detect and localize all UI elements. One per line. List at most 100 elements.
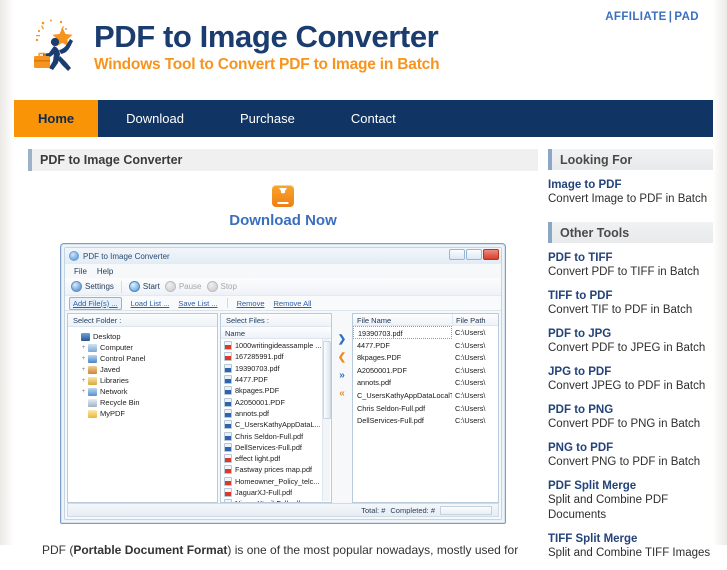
table-row[interactable]: annots.pdf C:\Users\ bbox=[353, 376, 498, 389]
list-item[interactable]: Image to PDF Convert Image to PDF in Bat… bbox=[548, 178, 713, 207]
close-button[interactable] bbox=[483, 249, 499, 260]
list-item[interactable]: DellServices-Full.pdf bbox=[221, 442, 322, 453]
list-item[interactable]: 4477.PDF bbox=[221, 374, 322, 385]
list-item[interactable]: TIFF to PDF Convert TIF to PDF in Batch bbox=[548, 289, 713, 318]
sidebar-item-title[interactable]: PDF Split Merge bbox=[548, 479, 713, 493]
column-file-path[interactable]: File Path bbox=[452, 314, 498, 325]
queue-rows[interactable]: 19390703.pdf C:\Users\ 4477.PDF C:\Users\ … bbox=[353, 326, 498, 502]
list-item[interactable]: annots.pdf bbox=[221, 408, 322, 419]
list-item[interactable]: Homeowner_Policy_telc... bbox=[221, 476, 322, 487]
running-man-star-logo-icon bbox=[30, 18, 92, 80]
list-item[interactable]: NissanXtrail-Full.pdf bbox=[221, 498, 322, 502]
list-item[interactable]: PNG to PDF Convert PNG to PDF in Batch bbox=[548, 441, 713, 470]
remove-all-link[interactable]: Remove All bbox=[274, 299, 312, 308]
list-item[interactable]: TIFF Split Merge Split and Combine TIFF … bbox=[548, 532, 713, 561]
app-window-frame: PDF to Image Converter File Help Setting… bbox=[64, 247, 502, 520]
tree-item[interactable]: Desktop bbox=[72, 331, 217, 342]
app-window-title: PDF to Image Converter bbox=[83, 251, 170, 261]
minimize-button[interactable] bbox=[449, 249, 465, 260]
sidebar-item-title[interactable]: PDF to JPG bbox=[548, 327, 713, 341]
nav-link-download[interactable]: Download bbox=[98, 100, 212, 137]
tree-expander[interactable]: + bbox=[79, 345, 88, 351]
site-logo[interactable]: PDF to Image Converter Windows Tool to C… bbox=[30, 18, 440, 80]
pdf-file-icon bbox=[224, 476, 232, 486]
table-row[interactable]: 19390703.pdf C:\Users\ bbox=[353, 326, 498, 339]
download-block[interactable]: Download Now bbox=[28, 171, 538, 229]
download-now-label[interactable]: Download Now bbox=[28, 212, 538, 229]
list-item[interactable]: 167285991.pdf bbox=[221, 351, 322, 362]
file-name: A2050001.PDF bbox=[235, 397, 285, 407]
tree-item[interactable]: + Libraries bbox=[72, 375, 217, 386]
tree-item[interactable]: Recycle Bin bbox=[72, 397, 217, 408]
load-list-link[interactable]: Load List ... bbox=[131, 299, 170, 308]
toolbar-settings[interactable]: Settings bbox=[71, 281, 114, 292]
list-item[interactable]: effect light.pdf bbox=[221, 453, 322, 464]
sidebar-item-title[interactable]: TIFF to PDF bbox=[548, 289, 713, 303]
tree-expander[interactable]: + bbox=[79, 367, 88, 373]
menu-file[interactable]: File bbox=[74, 267, 87, 276]
tree-item[interactable]: + Network bbox=[72, 386, 217, 397]
toolbar-start[interactable]: Start bbox=[128, 281, 160, 292]
list-item[interactable]: Fastway prices map.pdf bbox=[221, 464, 322, 475]
tree-item[interactable]: + Javed bbox=[72, 364, 217, 375]
sidebar-item-title[interactable]: PNG to PDF bbox=[548, 441, 713, 455]
toolbar-stop[interactable]: Stop bbox=[206, 281, 237, 292]
nav-link-purchase[interactable]: Purchase bbox=[212, 100, 323, 137]
sidebar-item-title[interactable]: JPG to PDF bbox=[548, 365, 713, 379]
files-scrollbar-thumb[interactable] bbox=[323, 341, 331, 419]
table-row[interactable]: DellServices-Full.pdf C:\Users\ bbox=[353, 414, 498, 427]
nav-link-contact[interactable]: Contact bbox=[323, 100, 424, 137]
add-selected-arrow-icon[interactable]: ❯ bbox=[338, 335, 346, 345]
list-item[interactable]: PDF to JPG Convert PDF to JPEG in Batch bbox=[548, 327, 713, 356]
add-files-link[interactable]: Add File(s) ... bbox=[69, 296, 122, 310]
list-item[interactable]: C_UsersKathyAppDataL... bbox=[221, 419, 322, 430]
maximize-button[interactable] bbox=[466, 249, 482, 260]
download-icon[interactable] bbox=[272, 185, 294, 207]
tree-expander[interactable]: + bbox=[79, 378, 88, 384]
save-list-link[interactable]: Save List ... bbox=[178, 299, 217, 308]
nav-link-home[interactable]: Home bbox=[14, 100, 99, 137]
sidebar-item-title[interactable]: Image to PDF bbox=[548, 178, 713, 192]
list-item[interactable]: PDF to PNG Convert PDF to PNG in Batch bbox=[548, 403, 713, 432]
sidebar-item-title[interactable]: PDF to PNG bbox=[548, 403, 713, 417]
tree-item[interactable]: MyPDF bbox=[72, 408, 217, 419]
remove-all-arrow-icon[interactable]: « bbox=[339, 389, 345, 399]
tree-expander[interactable]: + bbox=[79, 356, 88, 362]
pad-link[interactable]: PAD bbox=[674, 11, 699, 23]
list-item[interactable]: PDF to TIFF Convert PDF to TIFF in Batch bbox=[548, 251, 713, 280]
nav-item-download[interactable]: Download bbox=[98, 100, 212, 137]
tree-item[interactable]: + Control Panel bbox=[72, 353, 217, 364]
list-item[interactable]: JaguarXJ-Full.pdf bbox=[221, 487, 322, 498]
table-row[interactable]: A2050001.PDF C:\Users\ bbox=[353, 364, 498, 377]
add-all-arrow-icon[interactable]: » bbox=[339, 371, 345, 381]
table-row[interactable]: C_UsersKathyAppDataLocalTempInv_...C:\Us… bbox=[353, 389, 498, 402]
affiliate-link[interactable]: AFFILIATE bbox=[605, 11, 667, 23]
sidebar-item-title[interactable]: PDF to TIFF bbox=[548, 251, 713, 265]
list-item[interactable]: 19390703.pdf bbox=[221, 363, 322, 374]
file-name: annots.pdf bbox=[235, 408, 270, 418]
files-scrollbar[interactable] bbox=[322, 339, 331, 501]
list-item[interactable]: PDF Split Merge Split and Combine PDF Do… bbox=[548, 479, 713, 523]
folder-tree[interactable]: Desktop + Computer + Control Panel + Jav… bbox=[68, 327, 217, 502]
list-item[interactable]: Chris Seldon-Full.pdf bbox=[221, 430, 322, 441]
tree-expander[interactable]: + bbox=[79, 389, 88, 395]
sidebar-item-title[interactable]: TIFF Split Merge bbox=[548, 532, 713, 546]
list-item[interactable]: 8kpages.PDF bbox=[221, 385, 322, 396]
menu-help[interactable]: Help bbox=[97, 267, 113, 276]
cell-file-path: C:\Users\ bbox=[455, 403, 486, 413]
list-item[interactable]: JPG to PDF Convert JPEG to PDF in Batch bbox=[548, 365, 713, 394]
toolbar-pause[interactable]: Pause bbox=[164, 281, 202, 292]
remove-selected-arrow-icon[interactable]: ❮ bbox=[338, 353, 346, 363]
remove-link[interactable]: Remove bbox=[237, 299, 265, 308]
table-row[interactable]: Chris Seldon-Full.pdf C:\Users\ bbox=[353, 402, 498, 415]
nav-item-home[interactable]: Home bbox=[14, 100, 99, 137]
list-item[interactable]: 1000writingideassample .... bbox=[221, 340, 322, 351]
list-item[interactable]: A2050001.PDF bbox=[221, 396, 322, 407]
column-file-name[interactable]: File Name bbox=[353, 314, 452, 325]
nav-item-contact[interactable]: Contact bbox=[323, 100, 424, 137]
files-list[interactable]: 1000writingideassample .... 167285991.pd… bbox=[221, 339, 322, 502]
tree-item[interactable]: + Computer bbox=[72, 342, 217, 353]
table-row[interactable]: 8kpages.PDF C:\Users\ bbox=[353, 351, 498, 364]
nav-item-purchase[interactable]: Purchase bbox=[212, 100, 323, 137]
table-row[interactable]: 4477.PDF C:\Users\ bbox=[353, 339, 498, 352]
